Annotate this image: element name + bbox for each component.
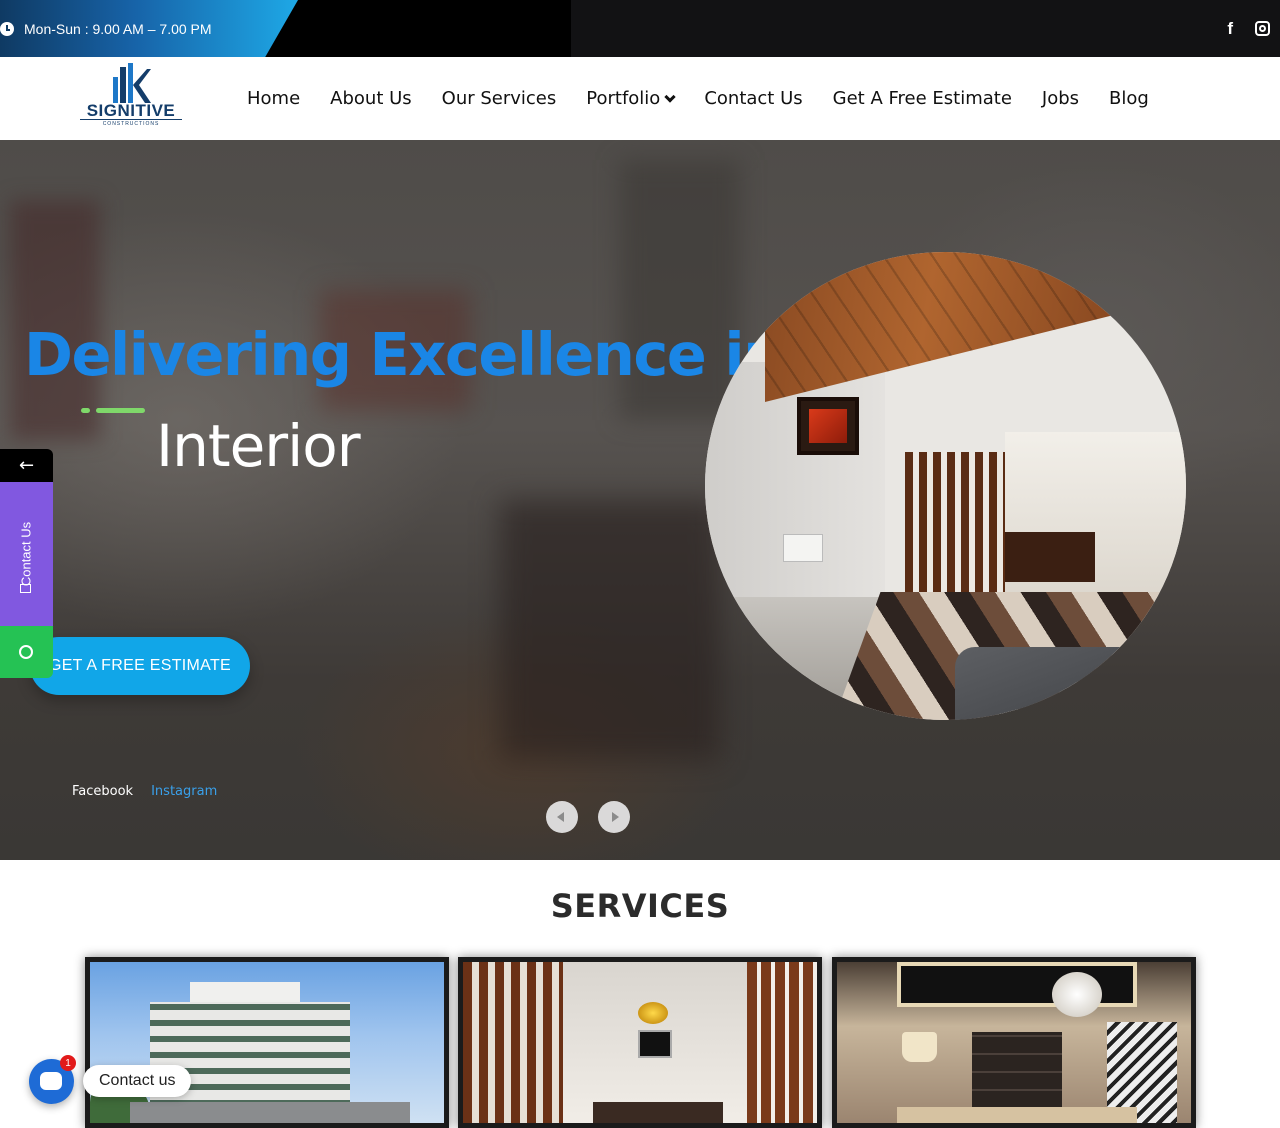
nav-portfolio-label: Portfolio	[586, 88, 661, 109]
image-sofa	[897, 1107, 1137, 1123]
nav-jobs[interactable]: Jobs	[1042, 88, 1079, 109]
logo[interactable]: SIGNITIVE CONSTRUCTIONS	[80, 63, 182, 127]
instagram-icon[interactable]	[1255, 21, 1270, 36]
whatsapp-icon	[19, 645, 33, 659]
room-dining-table	[1005, 532, 1095, 582]
opening-hours: Mon-Sun : 9.00 AM – 7.00 PM	[0, 0, 212, 57]
service-image-living-room	[837, 962, 1191, 1123]
nav-about-us[interactable]: About Us	[330, 88, 412, 109]
slider-next-button[interactable]	[598, 801, 630, 833]
hero-facebook-link[interactable]: Facebook	[72, 784, 133, 799]
hero-interior-image	[705, 252, 1186, 720]
logo-name: SIGNITIVE	[86, 101, 176, 120]
arrow-right-icon	[612, 812, 619, 822]
services-heading: SERVICES	[550, 887, 730, 925]
sidebar-toggle[interactable]: ←	[0, 449, 53, 482]
arrow-left-icon	[557, 812, 564, 822]
opening-hours-text: Mon-Sun : 9.00 AM – 7.00 PM	[24, 20, 212, 37]
mail-icon	[20, 584, 31, 593]
image-chandelier	[1052, 972, 1102, 1017]
room-sofa	[955, 647, 1186, 720]
slider-prev-button[interactable]	[546, 801, 578, 833]
nav-our-services[interactable]: Our Services	[442, 88, 557, 109]
hero-instagram-link[interactable]: Instagram	[151, 784, 217, 799]
top-bar: Mon-Sun : 9.00 AM – 7.00 PM f	[0, 0, 1280, 57]
service-image-dining-room	[463, 962, 817, 1123]
image-pendant-lamp	[638, 1002, 668, 1024]
facebook-icon[interactable]: f	[1227, 19, 1233, 39]
nav-home[interactable]: Home	[247, 88, 300, 109]
sidebar-contact-button[interactable]: Contact Us	[0, 482, 53, 626]
main-nav: Home About Us Our Services Portfolio Con…	[247, 57, 1149, 140]
service-image-building	[90, 962, 444, 1123]
hero-accent-line	[96, 408, 145, 413]
image-table	[593, 1102, 723, 1123]
hero-headline: Delivering Excellence in	[24, 320, 785, 389]
image-lamp	[902, 1032, 937, 1062]
nav-portfolio[interactable]: Portfolio	[586, 88, 676, 109]
room-wall-art-canvas	[809, 409, 847, 443]
nav-blog[interactable]: Blog	[1109, 88, 1149, 109]
free-estimate-button[interactable]: GET A FREE ESTIMATE	[30, 637, 250, 695]
clock-icon	[0, 21, 14, 36]
logo-building-icon	[113, 63, 151, 103]
image-wall-panel	[972, 1032, 1062, 1107]
image-building-base	[130, 1102, 410, 1123]
chat-widget-label[interactable]: Contact us	[83, 1065, 192, 1097]
hero-accent-dot	[81, 408, 90, 413]
chat-notification-badge: 1	[60, 1055, 76, 1071]
hero-background-detail	[500, 500, 720, 760]
room-ceiling-texture	[765, 252, 1186, 402]
site-header: SIGNITIVE CONSTRUCTIONS Home About Us Ou…	[0, 57, 1280, 140]
nav-contact-us[interactable]: Contact Us	[704, 88, 802, 109]
logo-tagline: CONSTRUCTIONS	[80, 119, 182, 127]
image-frame	[638, 1030, 672, 1058]
sidebar-whatsapp-button[interactable]	[0, 626, 53, 678]
room-switchboard	[783, 534, 823, 562]
image-wood-slats	[747, 962, 817, 1123]
room-wall-art	[797, 397, 859, 455]
chevron-down-icon	[664, 90, 676, 103]
service-card-interior[interactable]	[458, 957, 822, 1128]
top-social-links: f	[1227, 0, 1270, 57]
service-card-design[interactable]	[832, 957, 1196, 1128]
hero-rotating-word: Interior	[156, 412, 361, 480]
hero-slider: Delivering Excellence in Interior GET A …	[0, 140, 1280, 860]
nav-free-estimate[interactable]: Get A Free Estimate	[833, 88, 1012, 109]
service-card-construction[interactable]	[85, 957, 449, 1128]
hero-social-links: Facebook Instagram	[72, 784, 217, 799]
image-wood-slats	[463, 962, 563, 1123]
sidebar-contact-label: Contact Us	[18, 521, 34, 587]
